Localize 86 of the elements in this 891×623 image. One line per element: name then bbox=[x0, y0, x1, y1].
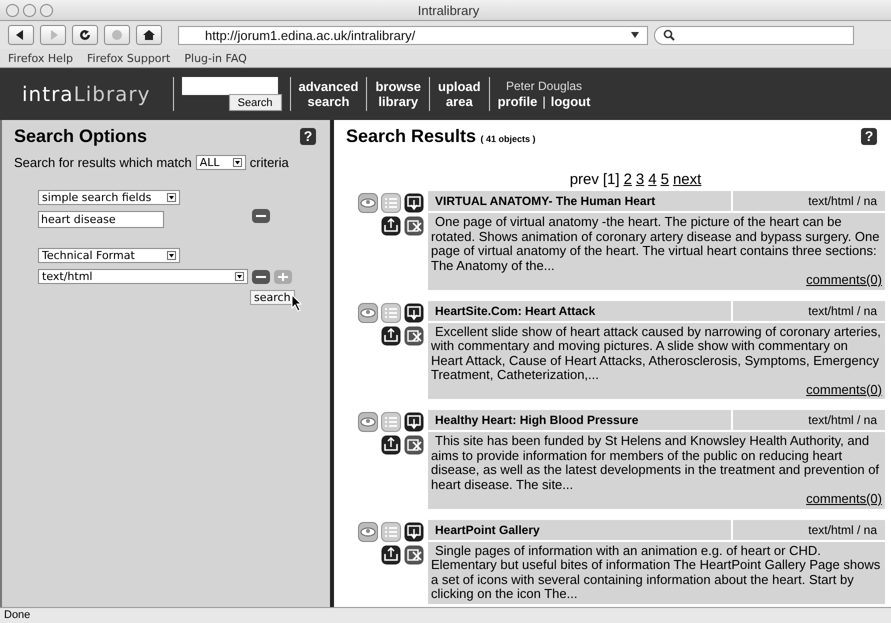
dropdown-arrow-icon bbox=[167, 193, 176, 202]
separator: | bbox=[542, 94, 546, 110]
result-format: text/html / na bbox=[733, 300, 885, 320]
search-icon bbox=[663, 29, 675, 41]
dropdown-icon[interactable] bbox=[631, 32, 639, 38]
preview-eye-icon[interactable] bbox=[358, 412, 378, 432]
delete-icon[interactable] bbox=[404, 544, 424, 564]
profile-link[interactable]: profile bbox=[498, 94, 538, 110]
preview-eye-icon[interactable] bbox=[358, 302, 378, 322]
delete-icon[interactable] bbox=[404, 435, 424, 455]
prev-link[interactable]: prev bbox=[570, 171, 599, 188]
field-dropdown[interactable]: Technical Format bbox=[38, 248, 180, 263]
result-description: Single pages of information with an animation e.g. of heart or CHD. Elementary but useful bites of information The HeartPoint Gallery Page shows a set of icons with several containing information about the heart. Start by clicking on the icon The... bbox=[431, 544, 882, 602]
page-link[interactable]: 3 bbox=[636, 171, 644, 188]
page-link[interactable]: 4 bbox=[648, 171, 657, 188]
search-field[interactable] bbox=[182, 77, 278, 95]
help-button[interactable]: ? bbox=[861, 128, 877, 145]
nav-link[interactable]: upload area bbox=[438, 79, 481, 109]
delete-icon[interactable] bbox=[404, 326, 424, 346]
reload-button[interactable] bbox=[72, 25, 98, 45]
next-link[interactable]: next bbox=[672, 171, 702, 188]
download-icon[interactable] bbox=[404, 412, 424, 432]
match-label: Search for results which match bbox=[14, 155, 192, 170]
result-title[interactable]: Healthy Heart: High Blood Pressure bbox=[428, 410, 731, 430]
dropdown-arrow-icon bbox=[235, 272, 244, 281]
user-name: Peter Douglas bbox=[506, 78, 582, 94]
upload-icon[interactable] bbox=[381, 216, 401, 236]
result-title[interactable]: HeartSite.Com: Heart Attack bbox=[428, 300, 731, 320]
remove-button[interactable] bbox=[252, 208, 270, 222]
bookmark-link[interactable]: Firefox Help bbox=[8, 52, 73, 64]
nav-link[interactable]: browse library bbox=[375, 79, 421, 109]
field-dropdown[interactable]: simple search fields bbox=[38, 190, 180, 205]
comments-link[interactable]: comments(0) bbox=[806, 272, 882, 287]
dropdown-arrow-icon bbox=[232, 158, 242, 167]
preview-eye-icon[interactable] bbox=[358, 522, 378, 542]
preview-eye-icon[interactable] bbox=[358, 193, 378, 213]
bookmark-link[interactable]: Plug-in FAQ bbox=[184, 52, 247, 64]
result-format: text/html / na bbox=[733, 520, 885, 540]
reload-icon bbox=[78, 29, 92, 41]
result-title[interactable]: HeartPoint Gallery bbox=[428, 520, 731, 540]
home-icon bbox=[142, 29, 156, 41]
web-search-field[interactable] bbox=[654, 26, 854, 44]
nav-link[interactable]: advanced search bbox=[298, 79, 358, 109]
upload-icon[interactable] bbox=[381, 326, 401, 346]
current-page: [1] bbox=[602, 171, 620, 188]
window-title: Intralibrary bbox=[418, 2, 480, 18]
comments-link[interactable]: comments(0) bbox=[806, 382, 882, 396]
back-button[interactable] bbox=[8, 25, 34, 45]
results-count: ( 41 objects ) bbox=[480, 134, 536, 144]
result-title[interactable]: VIRTUAL ANATOMY- The Human Heart bbox=[428, 191, 731, 211]
result-format: text/html / na bbox=[733, 191, 885, 211]
address-field[interactable]: http://jorum1.edina.ac.uk/intralibrary/ bbox=[178, 26, 648, 44]
panel-title: Search Options bbox=[14, 126, 148, 147]
result-description: This site has been funded by St Helens and Knowsley Health Authority, and aims to provide information for members of the public on reducing heart disease, as well as the latest developments in the treatment and prevention of heart disease. The site... bbox=[431, 434, 880, 492]
download-icon[interactable] bbox=[404, 522, 424, 542]
comments-link[interactable]: comments(0) bbox=[806, 491, 882, 506]
status-text: Done bbox=[4, 609, 30, 621]
stop-icon bbox=[110, 29, 124, 41]
window-control-icon[interactable] bbox=[6, 4, 19, 16]
results-title: Search Results bbox=[346, 126, 476, 146]
dropdown-arrow-icon bbox=[167, 251, 176, 260]
page-link[interactable]: 5 bbox=[660, 171, 669, 188]
window-control-icon[interactable] bbox=[40, 4, 53, 16]
download-icon[interactable] bbox=[404, 302, 424, 322]
window-control-icon[interactable] bbox=[23, 4, 36, 16]
value-dropdown[interactable]: text/html bbox=[38, 269, 248, 284]
logout-link[interactable]: logout bbox=[550, 94, 590, 110]
cursor-icon bbox=[290, 294, 303, 312]
logo: intra Library bbox=[22, 82, 150, 106]
criteria-label: criteria bbox=[250, 155, 289, 170]
match-dropdown[interactable]: ALL bbox=[196, 155, 246, 170]
home-button[interactable] bbox=[136, 25, 162, 45]
remove-button[interactable] bbox=[252, 270, 270, 284]
bookmark-link[interactable]: Firefox Support bbox=[86, 52, 170, 64]
result-description: One page of virtual anatomy -the heart. The picture of the heart can be rotated. Shows animation of coronary artery disease and bypass surgery. One page of virtual anatomy of the heart. The virtual heart contains three sections: The Anatomy of the... bbox=[431, 215, 880, 273]
download-icon[interactable] bbox=[404, 193, 424, 213]
search-button[interactable]: Search bbox=[228, 94, 282, 111]
search-term-field[interactable]: heart disease bbox=[38, 211, 164, 228]
search-button[interactable]: search bbox=[250, 290, 295, 305]
help-button[interactable]: ? bbox=[300, 128, 316, 145]
upload-icon[interactable] bbox=[381, 544, 401, 564]
result-format: text/html / na bbox=[733, 410, 885, 430]
page-link[interactable]: 2 bbox=[624, 171, 632, 188]
delete-icon[interactable] bbox=[404, 216, 424, 236]
result-description: Excellent slide show of heart attack caused by narrowing of coronary arteries, with commentary and moving pictures. A slide show with commentary on Heart Attack, Cause of Heart Attacks, Atherosclerosis, Symptoms, Emergency Treatment, Catheterization,... bbox=[431, 324, 882, 382]
upload-icon[interactable] bbox=[381, 435, 401, 455]
